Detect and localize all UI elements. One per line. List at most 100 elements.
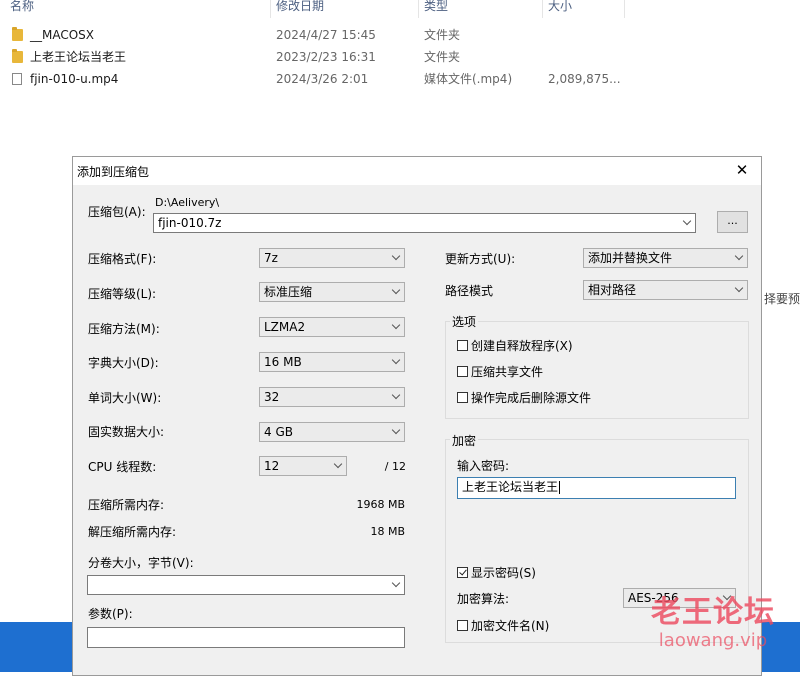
- checkbox-box: [457, 340, 468, 351]
- encryption-method-value: AES-256: [628, 591, 679, 605]
- browse-button[interactable]: ...: [717, 211, 748, 233]
- file-type: 文件夹: [424, 28, 461, 42]
- threads-select[interactable]: 12: [259, 456, 347, 476]
- sfx-checkbox[interactable]: 创建自释放程序(X): [457, 338, 573, 354]
- encrypt-names-label: 加密文件名(N): [471, 619, 550, 633]
- threads-value: 12: [264, 459, 280, 473]
- file-row[interactable]: fjin-010-u.mp4 2024/3/26 2:01 媒体文件(.mp4)…: [0, 68, 640, 90]
- chevron-down-icon: [391, 425, 401, 435]
- solid-label: 固实数据大小:: [88, 425, 165, 439]
- dict-label: 字典大小(D):: [88, 356, 159, 370]
- encryption-method-label: 加密算法:: [457, 592, 510, 606]
- column-divider[interactable]: [624, 0, 625, 18]
- volume-label: 分卷大小，字节(V):: [88, 556, 194, 570]
- folder-icon: [12, 49, 23, 63]
- params-input[interactable]: [87, 627, 405, 648]
- chevron-down-icon: [391, 578, 401, 588]
- archive-filename: fjin-010.7z: [158, 216, 222, 230]
- checkbox-box: [457, 567, 468, 578]
- chevron-down-icon: [722, 591, 732, 601]
- checkbox-box: [457, 620, 468, 631]
- solid-value: 4 GB: [264, 425, 293, 439]
- column-header-date[interactable]: 修改日期: [276, 0, 324, 18]
- file-type: 文件夹: [424, 50, 461, 64]
- file-name: __MACOSX: [30, 28, 95, 42]
- archive-name-combo[interactable]: fjin-010.7z: [153, 213, 696, 233]
- file-name: 上老王论坛当老王: [30, 50, 127, 64]
- file-icon: [12, 73, 22, 85]
- text-caret: [559, 481, 561, 494]
- delete-source-label: 操作完成后删除源文件: [471, 391, 592, 405]
- show-password-checkbox[interactable]: 显示密码(S): [457, 565, 536, 581]
- file-date: 2024/4/27 15:45: [276, 28, 376, 42]
- column-divider[interactable]: [542, 0, 543, 18]
- chevron-down-icon[interactable]: [682, 216, 692, 226]
- taskbar[interactable]: [0, 622, 72, 672]
- column-header-size[interactable]: 大小: [548, 0, 572, 18]
- column-header-name[interactable]: 名称: [10, 0, 34, 18]
- show-password-label: 显示密码(S): [471, 566, 536, 580]
- password-label: 输入密码:: [457, 459, 510, 473]
- add-to-archive-dialog: 添加到压缩包 ✕ 压缩包(A): D:\Aelivery\ fjin-010.7…: [72, 156, 762, 676]
- method-value: LZMA2: [264, 320, 306, 334]
- password-input[interactable]: 上老王论坛当老王: [457, 477, 736, 499]
- path-mode-select[interactable]: 相对路径: [583, 280, 748, 300]
- word-select[interactable]: 32: [259, 387, 405, 407]
- solid-select[interactable]: 4 GB: [259, 422, 405, 442]
- encryption-method-select[interactable]: AES-256: [623, 588, 736, 608]
- file-row[interactable]: __MACOSX 2024/4/27 15:45 文件夹: [0, 24, 640, 46]
- file-size: 2,089,875...: [548, 72, 621, 86]
- level-select[interactable]: 标准压缩: [259, 282, 405, 302]
- encryption-title: 加密: [450, 432, 479, 449]
- level-value: 标准压缩: [264, 285, 313, 299]
- sfx-label: 创建自释放程序(X): [471, 339, 573, 353]
- dict-select[interactable]: 16 MB: [259, 352, 405, 372]
- chevron-down-icon: [734, 283, 744, 293]
- taskbar[interactable]: [762, 622, 800, 672]
- threads-label: CPU 线程数:: [88, 460, 157, 474]
- checkbox-box: [457, 366, 468, 377]
- volume-combo[interactable]: [87, 575, 405, 595]
- chevron-down-icon: [391, 390, 401, 400]
- column-divider[interactable]: [270, 0, 271, 18]
- file-list-header: 名称 修改日期 类型 大小: [0, 0, 800, 18]
- chevron-down-icon: [391, 251, 401, 261]
- file-date: 2023/2/23 16:31: [276, 50, 376, 64]
- archive-label: 压缩包(A):: [88, 205, 146, 219]
- encrypt-names-checkbox[interactable]: 加密文件名(N): [457, 618, 549, 634]
- file-row[interactable]: 上老王论坛当老王 2023/2/23 16:31 文件夹: [0, 46, 640, 68]
- method-select[interactable]: LZMA2: [259, 317, 405, 337]
- dict-value: 16 MB: [264, 355, 302, 369]
- word-value: 32: [264, 390, 280, 404]
- archive-path: D:\Aelivery\: [155, 196, 220, 209]
- file-type: 媒体文件(.mp4): [424, 72, 513, 86]
- chevron-down-icon: [333, 459, 343, 469]
- file-date: 2024/3/26 2:01: [276, 72, 369, 86]
- update-select[interactable]: 添加并替换文件: [583, 248, 748, 268]
- chevron-down-icon: [391, 285, 401, 295]
- close-icon[interactable]: ✕: [731, 159, 753, 181]
- word-label: 单词大小(W):: [88, 391, 162, 405]
- chevron-down-icon: [391, 320, 401, 330]
- mem-decompress-label: 解压缩所需内存:: [88, 525, 177, 539]
- chevron-down-icon: [391, 355, 401, 365]
- background-text-fragment: 择要预: [764, 292, 800, 306]
- level-label: 压缩等级(L):: [88, 287, 157, 301]
- dialog-title: 添加到压缩包: [77, 165, 150, 179]
- format-select[interactable]: 7z: [259, 248, 405, 268]
- path-mode-value: 相对路径: [588, 283, 637, 297]
- mem-compress-label: 压缩所需内存:: [88, 498, 165, 512]
- shared-checkbox[interactable]: 压缩共享文件: [457, 364, 543, 380]
- shared-label: 压缩共享文件: [471, 365, 544, 379]
- format-value: 7z: [264, 251, 278, 265]
- folder-icon: [12, 27, 23, 41]
- delete-source-checkbox[interactable]: 操作完成后删除源文件: [457, 390, 591, 406]
- update-value: 添加并替换文件: [588, 251, 673, 265]
- password-value: 上老王论坛当老王: [462, 480, 559, 494]
- update-label: 更新方式(U):: [445, 252, 516, 266]
- format-label: 压缩格式(F):: [88, 252, 157, 266]
- options-title: 选项: [450, 313, 479, 330]
- column-divider[interactable]: [418, 0, 419, 18]
- column-header-type[interactable]: 类型: [424, 0, 448, 18]
- dialog-titlebar[interactable]: 添加到压缩包 ✕: [73, 157, 761, 185]
